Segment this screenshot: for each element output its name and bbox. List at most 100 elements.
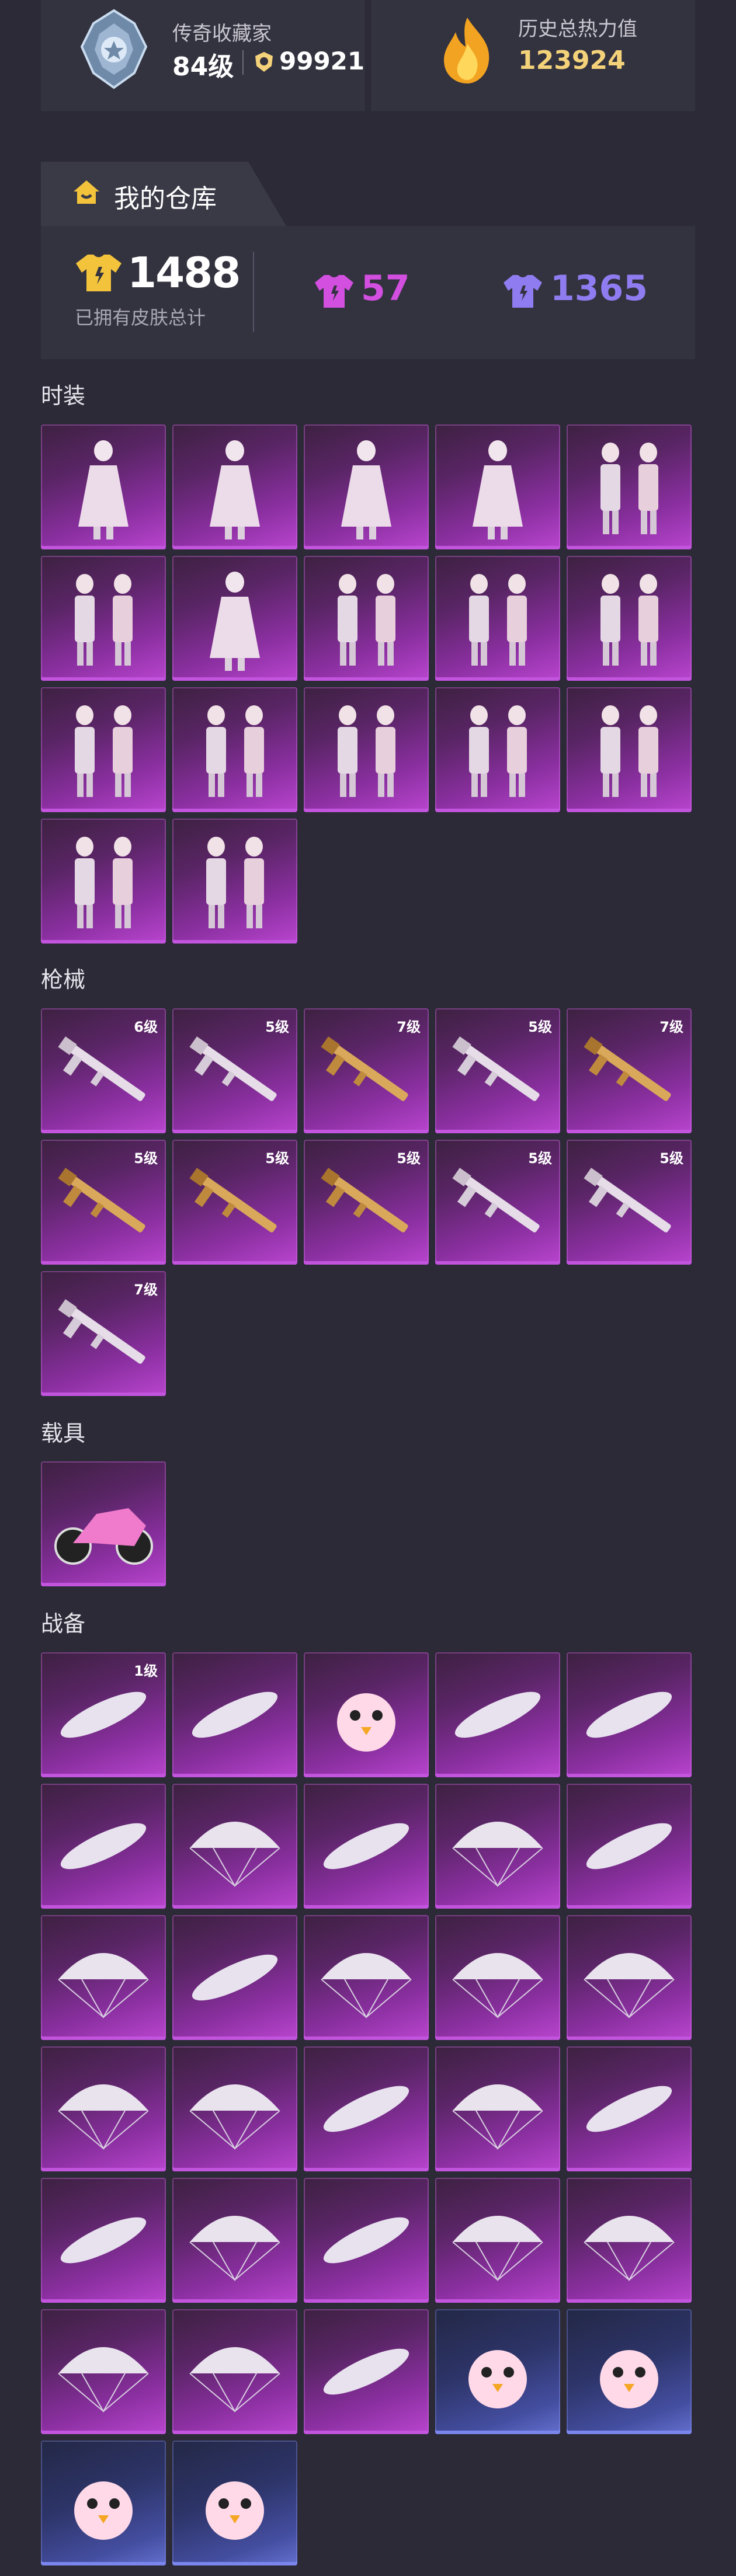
gear-item[interactable] [41,1784,166,1909]
outfit-item[interactable] [172,819,297,944]
gear-item[interactable] [41,2309,166,2434]
warehouse-tab-label[interactable]: 我的仓库 [114,177,217,215]
gear-item-thumbnail [584,2216,675,2282]
gear-item[interactable] [567,2046,692,2171]
gear-item[interactable] [304,2046,429,2171]
gear-item-thumbnail [337,1693,395,1752]
gear-item[interactable] [435,2046,560,2171]
outfit-item-thumbnail [206,705,264,797]
gun-item[interactable]: 5级 [567,1140,692,1265]
pink-shirt-icon [315,275,353,308]
gear-item[interactable] [172,2178,297,2303]
outfit-item[interactable] [41,819,166,944]
outfit-item[interactable] [304,687,429,812]
gun-item[interactable]: 7级 [567,1008,692,1133]
gear-item[interactable] [304,1652,429,1777]
gear-item[interactable] [41,2178,166,2303]
gear-item[interactable] [172,1784,297,1909]
purple-shirt-icon [504,275,542,308]
gear-item[interactable] [435,2178,560,2303]
outfit-item-thumbnail [341,440,391,539]
gear-item[interactable]: 1级 [41,1652,166,1777]
gear-item-thumbnail [323,1823,409,1870]
gear-item[interactable] [304,1784,429,1909]
gear-item-thumbnail [584,1953,675,2019]
gear-item[interactable] [41,1915,166,2040]
gear-item[interactable] [567,1652,692,1777]
collector-badge-icon [80,9,148,89]
section-title-guns: 枪械 [41,967,86,993]
gear-item[interactable] [567,1915,692,2040]
outfit-item[interactable] [567,424,692,549]
gear-item[interactable] [172,1652,297,1777]
outfit-item[interactable] [435,424,560,549]
outfit-item[interactable] [304,556,429,681]
pink-skin-count: 57 [361,268,410,309]
outfit-item[interactable] [172,424,297,549]
gear-item-thumbnail [192,1954,278,2001]
gun-item[interactable]: 5级 [435,1008,560,1133]
outfit-item[interactable] [41,687,166,812]
total-skin-count: 1488 [127,248,241,297]
item-level-badge: 6级 [134,1019,158,1035]
gear-item[interactable] [41,2441,166,2565]
gun-item[interactable]: 5级 [172,1140,297,1265]
heat-card: 历史总热力值 123924 [371,0,695,111]
gear-item[interactable] [567,2309,692,2434]
gun-item[interactable]: 5级 [304,1140,429,1265]
outfit-item[interactable] [435,556,560,681]
item-level-badge: 5级 [528,1019,552,1035]
item-level-badge: 7级 [659,1019,683,1035]
gun-item[interactable]: 5级 [435,1140,560,1265]
gear-item[interactable] [172,1915,297,2040]
gun-item[interactable]: 7级 [304,1008,429,1133]
gear-item[interactable] [435,2309,560,2434]
outfit-item-thumbnail [75,574,133,666]
outfit-item-thumbnail [75,837,133,928]
gun-item[interactable]: 6级 [41,1008,166,1133]
outfit-item[interactable] [41,556,166,681]
gun-item[interactable]: 7级 [41,1271,166,1396]
gear-item-thumbnail [586,1691,672,1738]
outfit-item-thumbnail [473,440,523,539]
outfit-item[interactable] [172,687,297,812]
gear-item[interactable] [304,1915,429,2040]
gear-item-thumbnail [58,1953,149,2019]
outfit-item-thumbnail [600,574,658,666]
outfit-item[interactable] [435,687,560,812]
flame-icon [444,18,489,83]
gear-item[interactable] [304,2178,429,2303]
gear-item[interactable] [567,2178,692,2303]
house-icon [74,180,99,204]
gear-item[interactable] [435,1915,560,2040]
outfit-item[interactable] [41,424,166,549]
warehouse-summary: 1488 已拥有皮肤总计 57 1365 [41,226,695,359]
outfit-item-thumbnail [75,705,133,797]
gear-item[interactable] [172,2441,297,2565]
outfit-item[interactable] [304,424,429,549]
gear-item-thumbnail [323,2086,409,2132]
gun-item[interactable]: 5级 [41,1140,166,1265]
outfit-item[interactable] [567,687,692,812]
section-title-fashion: 时装 [41,383,86,409]
gear-item[interactable] [172,2309,297,2434]
collector-card: 传奇收藏家 84级 99921 [41,0,365,111]
outfit-item-thumbnail [210,572,260,671]
gear-item[interactable] [304,2309,429,2434]
collector-level: 84级 [172,52,234,82]
vehicle-item[interactable] [41,1461,166,1586]
outfit-item[interactable] [567,556,692,681]
gear-item[interactable] [435,1784,560,1909]
gear-item-thumbnail [452,2216,543,2282]
gear-item[interactable] [435,1652,560,1777]
outfit-item[interactable] [172,556,297,681]
outfit-item-thumbnail [338,705,395,797]
gun-item[interactable]: 5级 [172,1008,297,1133]
gear-item[interactable] [567,1784,692,1909]
gear-item-thumbnail [454,1691,541,1738]
gear-item[interactable] [172,2046,297,2171]
coin-count: 99921 [279,47,365,75]
heat-value: 123924 [518,46,626,75]
section-title-vehicles: 载具 [41,1421,86,1446]
gear-item[interactable] [41,2046,166,2171]
